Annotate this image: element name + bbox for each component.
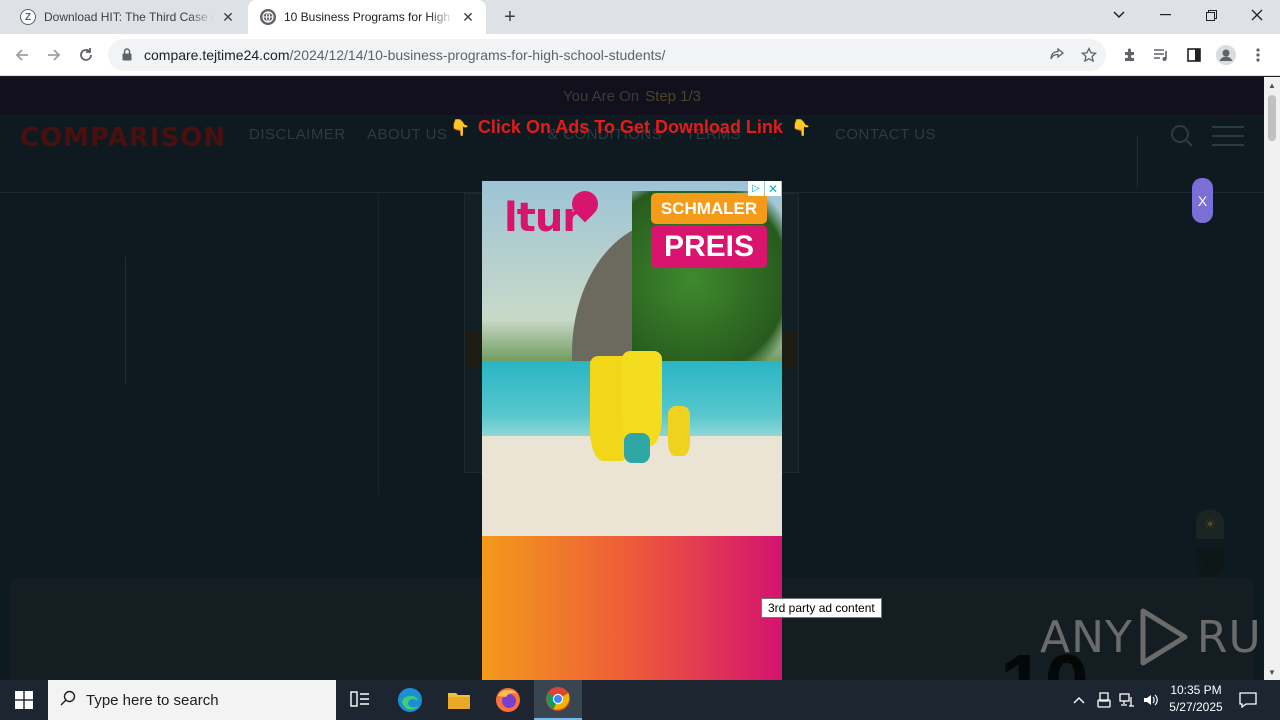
tab-title: 10 Business Programs for High S — [284, 10, 454, 24]
url-host: compare.tejtime24.com — [144, 47, 290, 63]
clock-time: 10:35 PM — [1170, 683, 1222, 697]
scroll-up-arrow-icon[interactable]: ▲ — [1264, 77, 1280, 93]
step-indicator-bar: You Are On Step 1/3 — [0, 77, 1264, 115]
ad-brand-text: ltur — [504, 195, 582, 241]
nav-contact-us[interactable]: CONTACT US — [835, 126, 936, 143]
adchoices-icon[interactable]: ▷ — [748, 181, 764, 196]
ad-figure-shorts — [624, 433, 650, 463]
lock-icon[interactable] — [122, 48, 134, 62]
edge-browser-icon[interactable] — [386, 680, 434, 720]
ad-tooltip: 3rd party ad content — [761, 598, 882, 618]
task-view-icon[interactable] — [336, 680, 384, 720]
new-tab-button[interactable]: + — [498, 5, 522, 29]
ad-figure-man — [622, 351, 662, 446]
taskbar-search-placeholder: Type here to search — [86, 691, 219, 709]
windows-taskbar: Type here to search 10:35 PM 5/27/2025 — [0, 680, 1280, 720]
pointing-down-hand-icon: 👇 — [450, 119, 470, 137]
network-icon[interactable] — [1116, 680, 1138, 720]
chrome-icon[interactable] — [534, 680, 582, 720]
header-divider — [1137, 135, 1138, 187]
side-panel-icon[interactable] — [1180, 41, 1208, 69]
url-path: /2024/12/14/10-business-programs-for-hig… — [289, 47, 666, 63]
close-icon[interactable]: ✕ — [460, 9, 476, 25]
click-ads-banner: 👇 Click On Ads To Get Download Link 👇 — [450, 117, 811, 138]
firefox-icon[interactable] — [484, 680, 532, 720]
taskbar-clock[interactable]: 10:35 PM 5/27/2025 — [1162, 682, 1230, 716]
ad-badge-preis: PREIS — [651, 225, 767, 268]
ad-figure-child — [668, 406, 690, 456]
tab-strip: Z Download HIT: The Third Case (2 ✕ 10 B… — [0, 0, 1280, 34]
ad-brand-logo: ltur — [504, 185, 604, 241]
address-bar[interactable]: compare.tejtime24.com/2024/12/14/10-busi… — [108, 39, 1106, 71]
hamburger-menu-icon[interactable] — [1212, 125, 1244, 152]
page-viewport: You Are On Step 1/3 COMPARISON DISCLAIME… — [0, 77, 1264, 680]
globe-icon — [260, 9, 276, 25]
z-site-icon: Z — [20, 9, 36, 25]
tab-download-hit[interactable]: Z Download HIT: The Third Case (2 ✕ — [8, 0, 246, 34]
background-sidebar-line — [125, 257, 126, 385]
dark-mode-moon-icon[interactable]: ☾ — [1196, 547, 1224, 577]
profile-avatar-icon[interactable] — [1212, 41, 1240, 69]
browser-toolbar: compare.tejtime24.com/2024/12/14/10-busi… — [0, 34, 1280, 76]
advertisement[interactable]: ltur SCHMALER PREIS — [482, 181, 782, 680]
back-arrow-icon[interactable] — [8, 41, 36, 69]
bookmark-star-icon[interactable] — [1075, 39, 1103, 71]
notification-center-icon[interactable] — [1236, 680, 1260, 720]
share-icon[interactable] — [1043, 39, 1071, 71]
step-indicator-mark: Step 1/3 — [645, 87, 702, 105]
volume-icon[interactable] — [1140, 680, 1162, 720]
tab-title: Download HIT: The Third Case (2 — [44, 10, 214, 24]
forward-arrow-icon[interactable] — [40, 41, 68, 69]
ad-close-icon[interactable]: ✕ — [765, 181, 781, 196]
light-mode-sun-icon[interactable]: ☀ — [1196, 509, 1224, 539]
file-explorer-icon[interactable] — [435, 680, 483, 720]
more-menu-icon[interactable] — [1244, 41, 1272, 69]
background-frame-line — [378, 195, 379, 495]
media-control-icon[interactable] — [1147, 41, 1175, 69]
nav-about-us[interactable]: ABOUT US — [367, 126, 447, 143]
nav-disclaimer[interactable]: DISCLAIMER — [249, 126, 346, 143]
watermark-left: ANY — [1040, 611, 1133, 663]
restore-icon[interactable] — [1188, 0, 1234, 30]
usb-device-icon[interactable] — [1094, 680, 1114, 720]
minimize-icon[interactable] — [1142, 0, 1188, 30]
windows-start-icon[interactable] — [0, 680, 48, 720]
reload-icon[interactable] — [72, 41, 100, 69]
click-ads-banner-text: Click On Ads To Get Download Link — [477, 117, 783, 137]
anyrun-watermark: ANY RUN — [1040, 607, 1264, 667]
tray-overflow-chevron-icon[interactable] — [1068, 680, 1090, 720]
ad-badge-schmaler: SCHMALER — [651, 193, 767, 224]
popup-close-button[interactable]: X — [1192, 178, 1213, 223]
watermark-right: RUN — [1196, 611, 1264, 663]
scrollbar-thumb[interactable] — [1268, 95, 1276, 141]
close-window-icon[interactable] — [1234, 0, 1280, 30]
clock-date: 5/27/2025 — [1169, 700, 1223, 714]
search-icon — [60, 690, 76, 711]
pointing-down-hand-icon: 👇 — [790, 119, 811, 137]
search-icon[interactable] — [1170, 124, 1194, 153]
page-scrollbar[interactable]: ▲ ▼ — [1264, 77, 1280, 680]
extensions-puzzle-icon[interactable] — [1116, 41, 1144, 69]
play-icon — [1140, 608, 1188, 666]
site-logo[interactable]: COMPARISON — [20, 123, 226, 153]
step-indicator-text: You Are On — [562, 87, 640, 105]
tab-search-chevron-icon[interactable] — [1096, 0, 1142, 30]
scroll-down-arrow-icon[interactable]: ▼ — [1264, 664, 1280, 680]
tab-business-programs[interactable]: 10 Business Programs for High S ✕ — [248, 0, 486, 34]
taskbar-search-box[interactable]: Type here to search — [48, 680, 336, 720]
close-icon[interactable]: ✕ — [220, 9, 236, 25]
